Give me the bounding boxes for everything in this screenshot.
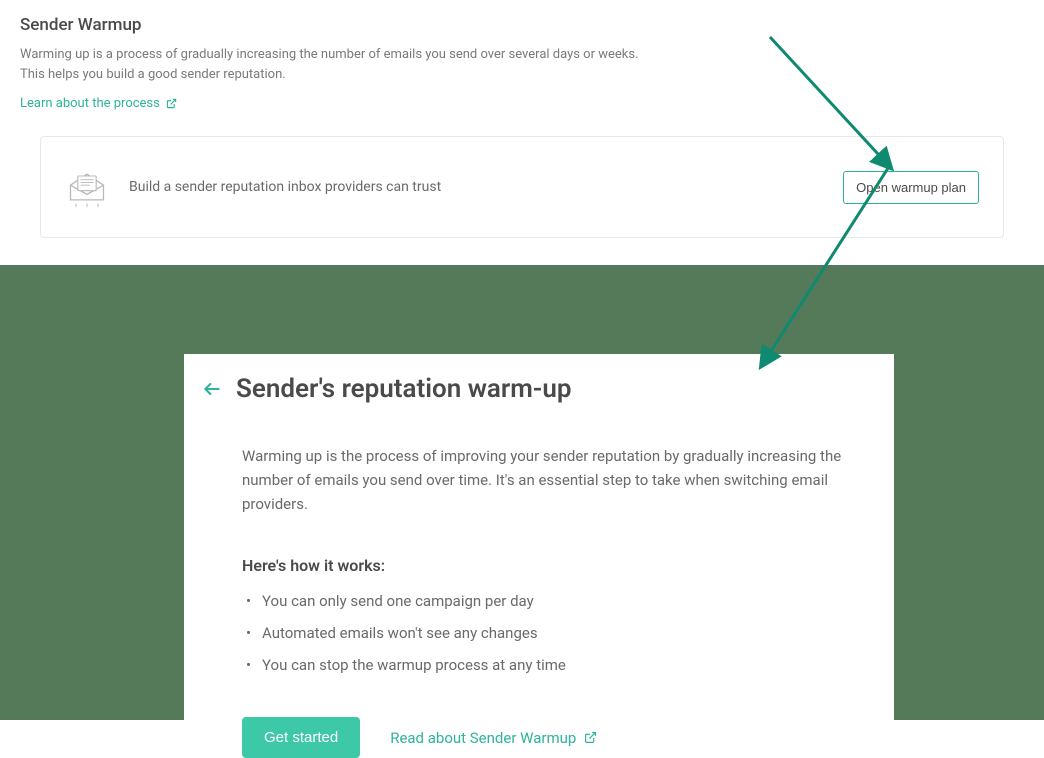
modal-actions: Get started Read about Sender Warmup <box>242 717 854 758</box>
card-left: Build a sender reputation inbox provider… <box>65 165 441 209</box>
external-link-icon <box>584 731 597 744</box>
card-text: Build a sender reputation inbox provider… <box>129 179 441 195</box>
read-link-text: Read about Sender Warmup <box>390 729 576 747</box>
section-description: Warming up is a process of gradually inc… <box>20 45 640 84</box>
section-title: Sender Warmup <box>20 15 1024 35</box>
external-link-icon <box>166 98 177 109</box>
read-about-warmup-link[interactable]: Read about Sender Warmup <box>390 729 597 747</box>
list-item: You can only send one campaign per day <box>242 589 854 613</box>
envelope-open-icon <box>65 165 109 209</box>
modal-header: Sender's reputation warm-up <box>202 374 864 404</box>
sender-warmup-section: Sender Warmup Warming up is a process of… <box>0 0 1044 238</box>
how-it-works-title: Here's how it works: <box>242 556 854 575</box>
open-warmup-plan-button[interactable]: Open warmup plan <box>843 171 979 204</box>
how-it-works-list: You can only send one campaign per day A… <box>242 589 854 677</box>
learn-link-text: Learn about the process <box>20 96 160 111</box>
modal-description: Warming up is the process of improving y… <box>242 444 854 516</box>
learn-about-process-link[interactable]: Learn about the process <box>20 96 177 111</box>
list-item: You can stop the warmup process at any t… <box>242 653 854 677</box>
warmup-modal: Sender's reputation warm-up Warming up i… <box>184 354 894 720</box>
modal-body: Warming up is the process of improving y… <box>202 444 864 758</box>
get-started-button[interactable]: Get started <box>242 717 360 758</box>
warmup-card: Build a sender reputation inbox provider… <box>40 136 1004 238</box>
back-arrow-icon[interactable] <box>202 379 222 399</box>
modal-title: Sender's reputation warm-up <box>236 374 571 404</box>
list-item: Automated emails won't see any changes <box>242 621 854 645</box>
